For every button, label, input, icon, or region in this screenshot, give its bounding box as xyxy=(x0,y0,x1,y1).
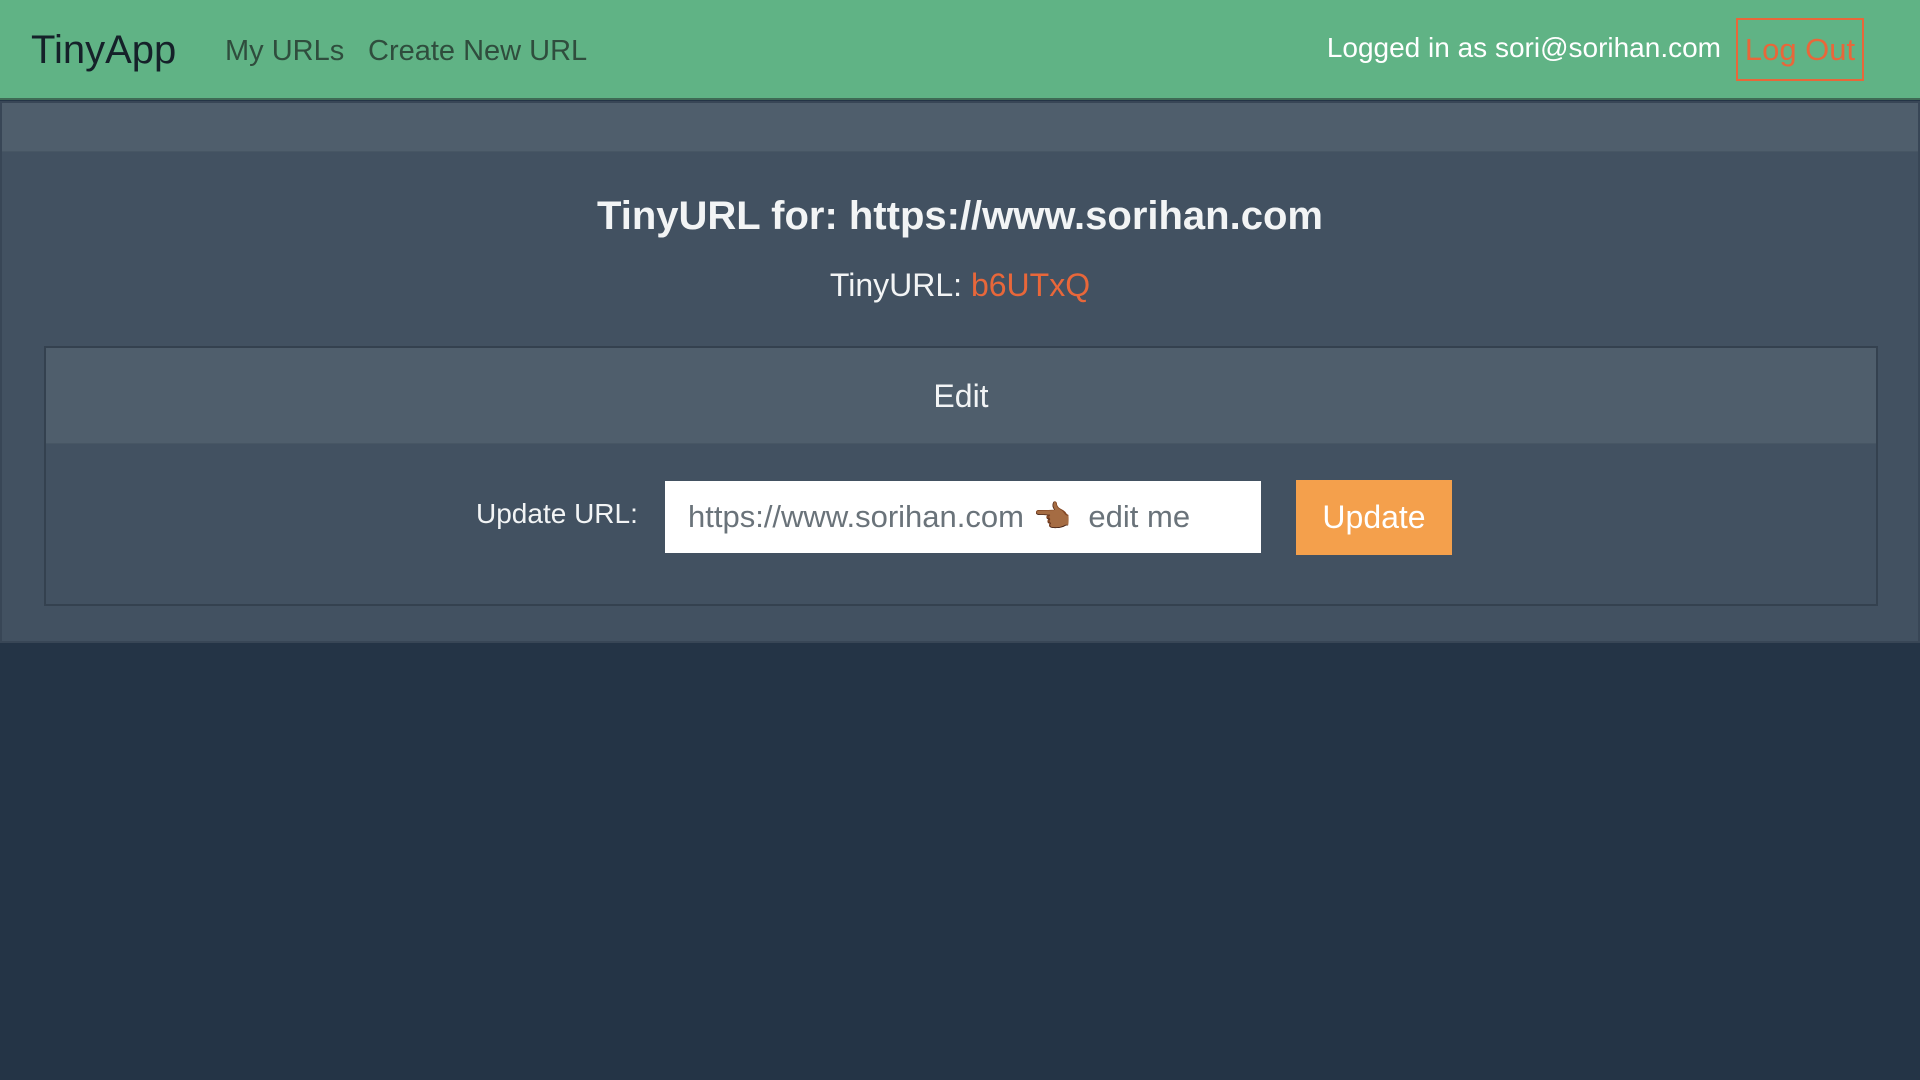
logged-in-status: Logged in as sori@sorihan.com xyxy=(1326,32,1721,63)
edit-panel: Edit Update URL: Update xyxy=(44,346,1878,606)
update-url-input[interactable] xyxy=(665,481,1261,553)
page-title: TinyURL for: https://www.sorihan.com xyxy=(597,194,1323,238)
url-detail-card: TinyURL for: https://www.sorihan.com Tin… xyxy=(0,101,1920,643)
card-header-strip xyxy=(2,103,1918,152)
nav-create-new-url-link[interactable]: Create New URL xyxy=(368,33,587,69)
update-url-label: Update URL: xyxy=(476,498,638,529)
tinyurl-code-link[interactable]: b6UTxQ xyxy=(971,267,1090,303)
top-navbar: TinyApp My URLs Create New URL Logged in… xyxy=(0,0,1920,100)
edit-panel-header: Edit xyxy=(46,348,1876,444)
update-button[interactable]: Update xyxy=(1296,480,1452,555)
logout-button[interactable]: Log Out xyxy=(1736,18,1864,81)
nav-my-urls-link[interactable]: My URLs xyxy=(225,33,344,69)
tinyurl-label: TinyURL: xyxy=(829,267,971,303)
brand-logo-link[interactable]: TinyApp xyxy=(31,28,176,72)
tinyurl-line: TinyURL: b6UTxQ xyxy=(2,265,1918,305)
